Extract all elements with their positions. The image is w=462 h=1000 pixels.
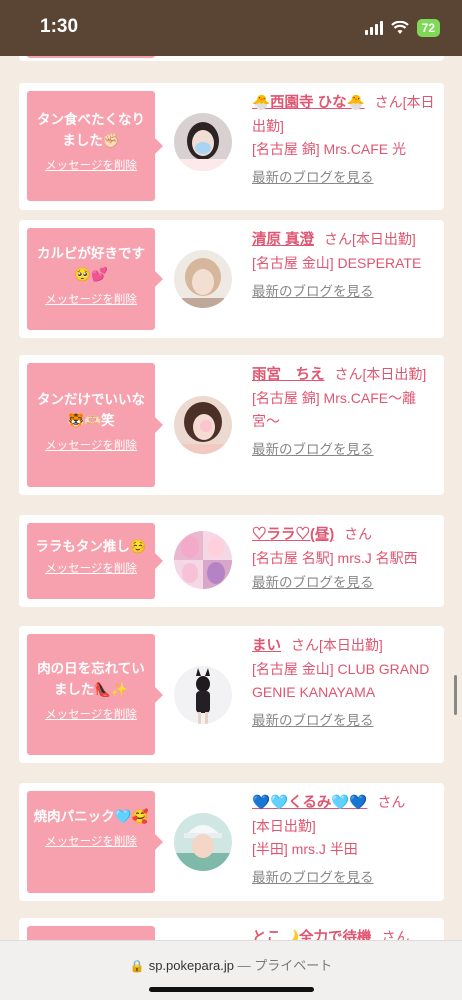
honorific: さん [381, 929, 410, 940]
url-separator: — [237, 958, 251, 973]
message-text: タンだけでいいな🐯🫶🏻笑 [37, 392, 145, 428]
status-text: [本日出勤] [362, 366, 427, 382]
delete-message-link[interactable]: メッセージを削除 [45, 437, 137, 453]
message-card: 焼肉パニック🩵🥰 メッセージを削除 💙🩵くるみ🩵💙 さん [本日出勤] [半田] … [19, 783, 444, 901]
delete-message-link[interactable]: メッセージを削除 [45, 833, 137, 849]
honorific: さん [344, 526, 373, 542]
avatar[interactable] [174, 396, 232, 454]
clock: 1:30 [40, 16, 79, 37]
status-icons: 72 [364, 19, 440, 37]
cellular-signal-icon [364, 21, 383, 35]
cast-name-link[interactable]: 雨宮 ちえ [252, 367, 325, 383]
status-text: [本日出勤] [352, 231, 416, 247]
cast-info: 清原 真澄 さん[本日出勤] [名古屋 金山] DESPERATE 最新のブログを… [252, 228, 438, 302]
honorific: さん [377, 794, 406, 810]
message-bubble: カルビが好きです🥺💕 メッセージを削除 [27, 228, 163, 330]
message-card: タンだけでいいな🐯🫶🏻笑 メッセージを削除 雨宮 ちえ さん[本日出勤] [名古屋… [19, 355, 444, 495]
honorific: さん [334, 366, 363, 382]
shop-text: [名古屋 名駅] mrs.J 名駅西 [252, 550, 418, 566]
latest-blog-link[interactable]: 最新のブログを見る [252, 711, 438, 731]
message-bubble: ララもタン推し☺️ メッセージを削除 [27, 523, 163, 599]
latest-blog-link[interactable]: 最新のブログを見る [252, 440, 438, 460]
latest-blog-link[interactable]: 最新のブログを見る [252, 282, 438, 302]
cast-name-link[interactable]: ♡ララ♡(昼) [252, 527, 334, 543]
home-indicator[interactable] [149, 987, 314, 992]
message-feed[interactable]: タン食べたくなりました✊🏻 メッセージを削除 🐣西園寺 ひな🐣 さん[本日出勤] … [0, 56, 462, 940]
cast-name-link[interactable]: とこ🌙全力で待機 [252, 930, 372, 940]
scrollbar-thumb[interactable] [454, 675, 457, 715]
cast-info: 🐣西園寺 ひな🐣 さん[本日出勤] [名古屋 錦] Mrs.CAFE 光 最新のブ… [252, 91, 438, 188]
shop-text: [名古屋 金山] CLUB GRAND GENIE KANAYAMA [252, 661, 430, 700]
message-text: タン食べたくなりました✊🏻 [37, 112, 145, 148]
avatar[interactable] [174, 813, 232, 871]
latest-blog-link[interactable]: 最新のブログを見る [252, 168, 438, 188]
message-bubble: 肉の日を忘れていました👠✨ メッセージを削除 [27, 634, 163, 755]
message-card: 肉の日を忘れていました👠✨ メッセージを削除 まい さん[本日出勤] [名古屋 金… [19, 626, 444, 763]
battery-indicator: 72 [416, 19, 440, 37]
latest-blog-link[interactable]: 最新のブログを見る [252, 868, 438, 888]
message-bubble: タン食べたくなりました✊🏻 メッセージを削除 [27, 91, 163, 201]
cast-info: ♡ララ♡(昼) さん [名古屋 名駅] mrs.J 名駅西 最新のブログを見る [252, 523, 438, 593]
message-text: カルビが好きです🥺💕 [37, 246, 145, 282]
wifi-icon [390, 21, 409, 34]
message-text: 焼肉パニック🩵🥰 [33, 809, 149, 824]
delete-message-link[interactable]: メッセージを削除 [45, 560, 137, 576]
delete-message-link[interactable]: メッセージを削除 [45, 157, 137, 173]
url-display[interactable]: 🔒 sp.pokepara.jp — プライベート [0, 955, 462, 974]
message-bubble: タンだけでいいな🐯🫶🏻笑 メッセージを削除 [27, 363, 163, 487]
status-bar: 1:30 72 [0, 0, 462, 56]
cast-name-link[interactable]: 🐣西園寺 ひな🐣 [252, 95, 365, 111]
browsing-mode: プライベート [254, 958, 333, 973]
message-bubble [27, 56, 155, 58]
browser-address-bar[interactable]: 🔒 sp.pokepara.jp — プライベート [0, 940, 462, 1000]
honorific: さん [374, 94, 403, 110]
cast-name-link[interactable]: まい [252, 638, 281, 654]
message-bubble [27, 926, 155, 940]
cast-name-link[interactable]: 清原 真澄 [252, 232, 314, 248]
message-card: カルビが好きです🥺💕 メッセージを削除 清原 真澄 さん[本日出勤] [名古屋 金… [19, 220, 444, 338]
honorific: さん [324, 231, 353, 247]
message-text: 肉の日を忘れていました👠✨ [37, 661, 145, 697]
cast-info: とこ🌙全力で待機 さん [252, 926, 438, 940]
delete-message-link[interactable]: メッセージを削除 [45, 291, 137, 307]
status-text: [本日出勤] [319, 637, 383, 653]
latest-blog-link[interactable]: 最新のブログを見る [252, 573, 438, 593]
delete-message-link[interactable]: メッセージを削除 [45, 706, 137, 722]
avatar[interactable] [174, 250, 232, 308]
avatar[interactable] [174, 113, 232, 171]
message-bubble: 焼肉パニック🩵🥰 メッセージを削除 [27, 791, 163, 893]
shop-text: [名古屋 錦] Mrs.CAFE〜離宮〜 [252, 390, 417, 429]
shop-text: [名古屋 金山] DESPERATE [252, 255, 422, 271]
cast-info: 💙🩵くるみ🩵💙 さん [本日出勤] [半田] mrs.J 半田 最新のブログを見る [252, 791, 438, 888]
message-text: ララもタン推し☺️ [35, 539, 147, 554]
avatar[interactable] [174, 666, 232, 724]
shop-text: [半田] mrs.J 半田 [252, 841, 358, 857]
lock-icon: 🔒 [129, 959, 145, 973]
cast-info: 雨宮 ちえ さん[本日出勤] [名古屋 錦] Mrs.CAFE〜離宮〜 最新のブロ… [252, 363, 438, 460]
status-text: [本日出勤] [252, 818, 316, 834]
honorific: さん [291, 637, 319, 653]
message-card: タン食べたくなりました✊🏻 メッセージを削除 🐣西園寺 ひな🐣 さん[本日出勤] … [19, 83, 444, 210]
message-card-partial-top [19, 56, 444, 61]
url-text: sp.pokepara.jp [148, 958, 234, 973]
avatar[interactable] [174, 531, 232, 589]
cast-info: まい さん[本日出勤] [名古屋 金山] CLUB GRAND GENIE KAN… [252, 634, 438, 731]
cast-name-link[interactable]: 💙🩵くるみ🩵💙 [252, 795, 367, 811]
shop-text: [名古屋 錦] Mrs.CAFE 光 [252, 141, 406, 157]
message-card-partial-bottom: とこ🌙全力で待機 さん [19, 918, 444, 940]
message-card: ララもタン推し☺️ メッセージを削除 ♡ララ♡(昼) さん [名古屋 名駅] mr… [19, 515, 444, 607]
